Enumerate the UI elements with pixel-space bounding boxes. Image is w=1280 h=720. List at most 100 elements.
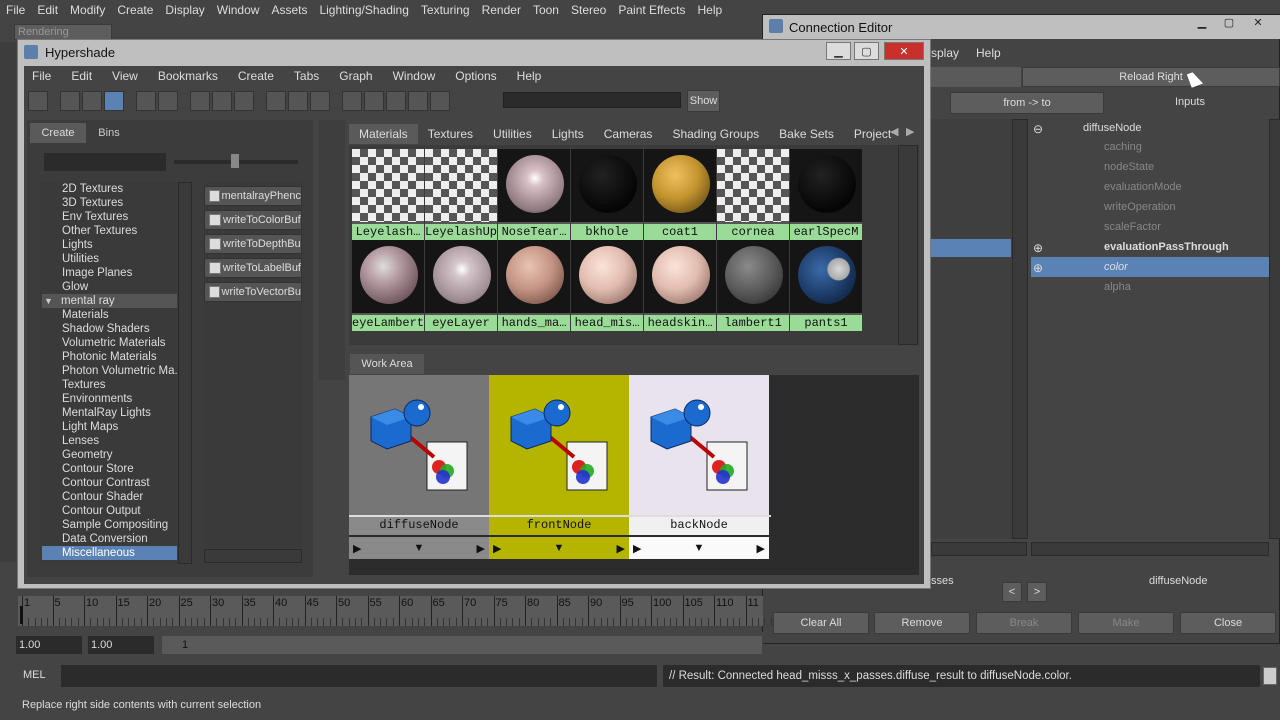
- break-button[interactable]: Break: [976, 612, 1072, 634]
- category-item[interactable]: MentalRay Lights: [42, 406, 177, 420]
- expand-icon[interactable]: ⊕: [1033, 261, 1043, 275]
- attr-writeoperation[interactable]: writeOperation: [1031, 197, 1269, 217]
- collapse-icon[interactable]: ⊖: [1033, 122, 1043, 136]
- category-item[interactable]: Lenses: [42, 434, 177, 448]
- attr-nodestate[interactable]: nodeState: [1031, 157, 1269, 177]
- material-swatch[interactable]: eyeLambert: [352, 240, 424, 331]
- hypershade-menu-item[interactable]: Edit: [71, 69, 92, 87]
- category-item[interactable]: Photon Volumetric Ma...: [42, 364, 177, 378]
- category-item[interactable]: Data Conversion: [42, 532, 177, 546]
- tab-bins[interactable]: Bins: [86, 123, 132, 143]
- right-outliner-scrollbar[interactable]: [1269, 119, 1280, 539]
- maximize-icon[interactable]: ▢: [854, 42, 879, 60]
- menu-item[interactable]: Texturing: [415, 3, 476, 17]
- menu-item[interactable]: Display: [159, 3, 210, 17]
- right-h-scrollbar[interactable]: [1031, 542, 1269, 556]
- slider-handle[interactable]: [231, 154, 239, 168]
- left-h-scrollbar[interactable]: [931, 542, 1027, 556]
- attr-scalefactor[interactable]: scaleFactor: [1031, 217, 1269, 237]
- node-type-item[interactable]: writeToLabelBuf: [204, 258, 302, 278]
- menu-item[interactable]: Assets: [265, 3, 313, 17]
- tab-scroll-left-icon[interactable]: ◀: [890, 125, 898, 138]
- node-type-hscroll[interactable]: [204, 549, 302, 563]
- tab-materials[interactable]: Materials: [349, 124, 418, 144]
- layout-both-icon[interactable]: [104, 91, 124, 111]
- material-swatch[interactable]: earlSpecM: [790, 149, 862, 240]
- menu-item[interactable]: Render: [476, 3, 527, 17]
- attr-alpha[interactable]: alpha: [1031, 277, 1269, 297]
- swatch-scrollbar[interactable]: [898, 145, 918, 345]
- tab-scroll-right-icon[interactable]: ▶: [906, 125, 914, 138]
- graph-up-icon[interactable]: [136, 91, 156, 111]
- hypershade-menu-item[interactable]: Bookmarks: [158, 69, 218, 87]
- input-port-icon[interactable]: ▶: [353, 542, 361, 555]
- mel-label[interactable]: MEL: [23, 669, 46, 681]
- search-input[interactable]: [503, 92, 681, 108]
- attributes-expand-icon[interactable]: ▼: [554, 542, 565, 554]
- clear-all-button[interactable]: Clear All: [773, 612, 869, 634]
- category-item[interactable]: Contour Contrast: [42, 476, 177, 490]
- close-icon[interactable]: ✕: [884, 42, 924, 60]
- attr-color[interactable]: color: [1031, 257, 1269, 277]
- hypershade-menu-item[interactable]: Options: [455, 69, 496, 87]
- category-item[interactable]: mental ray: [42, 294, 177, 308]
- attr-caching[interactable]: caching: [1031, 137, 1269, 157]
- grid-icon[interactable]: [430, 91, 450, 111]
- toggle-panel-icon[interactable]: [28, 91, 48, 111]
- command-input[interactable]: [61, 665, 657, 687]
- category-item[interactable]: Lights: [42, 238, 177, 252]
- attr-evaluationpassthrough[interactable]: evaluationPassThrough: [1031, 237, 1269, 257]
- category-item[interactable]: 2D Textures: [42, 182, 177, 196]
- prev-button[interactable]: <: [1002, 582, 1022, 602]
- material-swatch[interactable]: lambert1: [717, 240, 789, 331]
- material-swatch[interactable]: eyeLayer: [425, 240, 497, 331]
- node-type-item[interactable]: writeToVectorBu: [204, 282, 302, 302]
- reload-right-button[interactable]: Reload Right: [1022, 67, 1280, 87]
- output-port-icon[interactable]: ▶: [617, 542, 625, 555]
- category-item[interactable]: Sample Compositing: [42, 518, 177, 532]
- category-item[interactable]: Image Planes: [42, 266, 177, 280]
- playback-start-field[interactable]: 1.00: [88, 636, 154, 654]
- left-outliner-scrollbar[interactable]: [1012, 119, 1028, 539]
- output-port-icon[interactable]: ▶: [477, 542, 485, 555]
- shading-node[interactable]: diffuseNode ▶ ▼ ▶: [349, 375, 489, 560]
- node-type-item[interactable]: mentalrayPhenc: [204, 186, 302, 206]
- remove-button[interactable]: Remove: [874, 612, 970, 634]
- menu-item[interactable]: File: [0, 3, 31, 17]
- rearrange-icon[interactable]: [212, 91, 232, 111]
- material-swatch[interactable]: Leyelash…: [352, 149, 424, 240]
- list-icon[interactable]: [364, 91, 384, 111]
- expand-icon[interactable]: ⊕: [1033, 241, 1043, 255]
- ipr-icon[interactable]: [408, 91, 428, 111]
- shading-node[interactable]: backNode ▶ ▼ ▶: [629, 375, 769, 560]
- hypershade-menu-item[interactable]: Window: [393, 69, 436, 87]
- ce-menu-help[interactable]: Help: [976, 46, 1001, 60]
- material-swatch[interactable]: cornea: [717, 149, 789, 240]
- hypershade-menu-item[interactable]: File: [32, 69, 51, 87]
- material-swatch[interactable]: head_mis…: [571, 240, 643, 331]
- render-icon[interactable]: [386, 91, 406, 111]
- category-item[interactable]: Other Textures: [42, 224, 177, 238]
- category-item[interactable]: Light Maps: [42, 420, 177, 434]
- graph-down-icon[interactable]: [158, 91, 178, 111]
- ce-menu-display[interactable]: splay: [931, 46, 959, 60]
- category-item[interactable]: Geometry: [42, 448, 177, 462]
- attr-evaluationmode[interactable]: evaluationMode: [1031, 177, 1269, 197]
- category-item[interactable]: Environments: [42, 392, 177, 406]
- category-item[interactable]: Contour Output: [42, 504, 177, 518]
- collapse-arrow-icon[interactable]: ▼: [44, 296, 53, 306]
- hypershade-menu-item[interactable]: View: [112, 69, 138, 87]
- material-swatch[interactable]: headskin…: [644, 240, 716, 331]
- menu-item[interactable]: Stereo: [565, 3, 612, 17]
- material-swatch[interactable]: LeyelashUp: [425, 149, 497, 240]
- shading-node[interactable]: frontNode ▶ ▼ ▶: [489, 375, 629, 560]
- material-swatch[interactable]: pants1: [790, 240, 862, 331]
- menu-item[interactable]: Toon: [527, 3, 565, 17]
- layout-top-icon[interactable]: [60, 91, 80, 111]
- node-type-item[interactable]: writeToColorBuf: [204, 210, 302, 230]
- show-button[interactable]: Show: [687, 90, 720, 112]
- category-item[interactable]: Textures: [42, 378, 177, 392]
- maximize-icon[interactable]: ▢: [1218, 16, 1240, 34]
- category-item[interactable]: Photonic Materials: [42, 350, 177, 364]
- next-button[interactable]: >: [1027, 582, 1047, 602]
